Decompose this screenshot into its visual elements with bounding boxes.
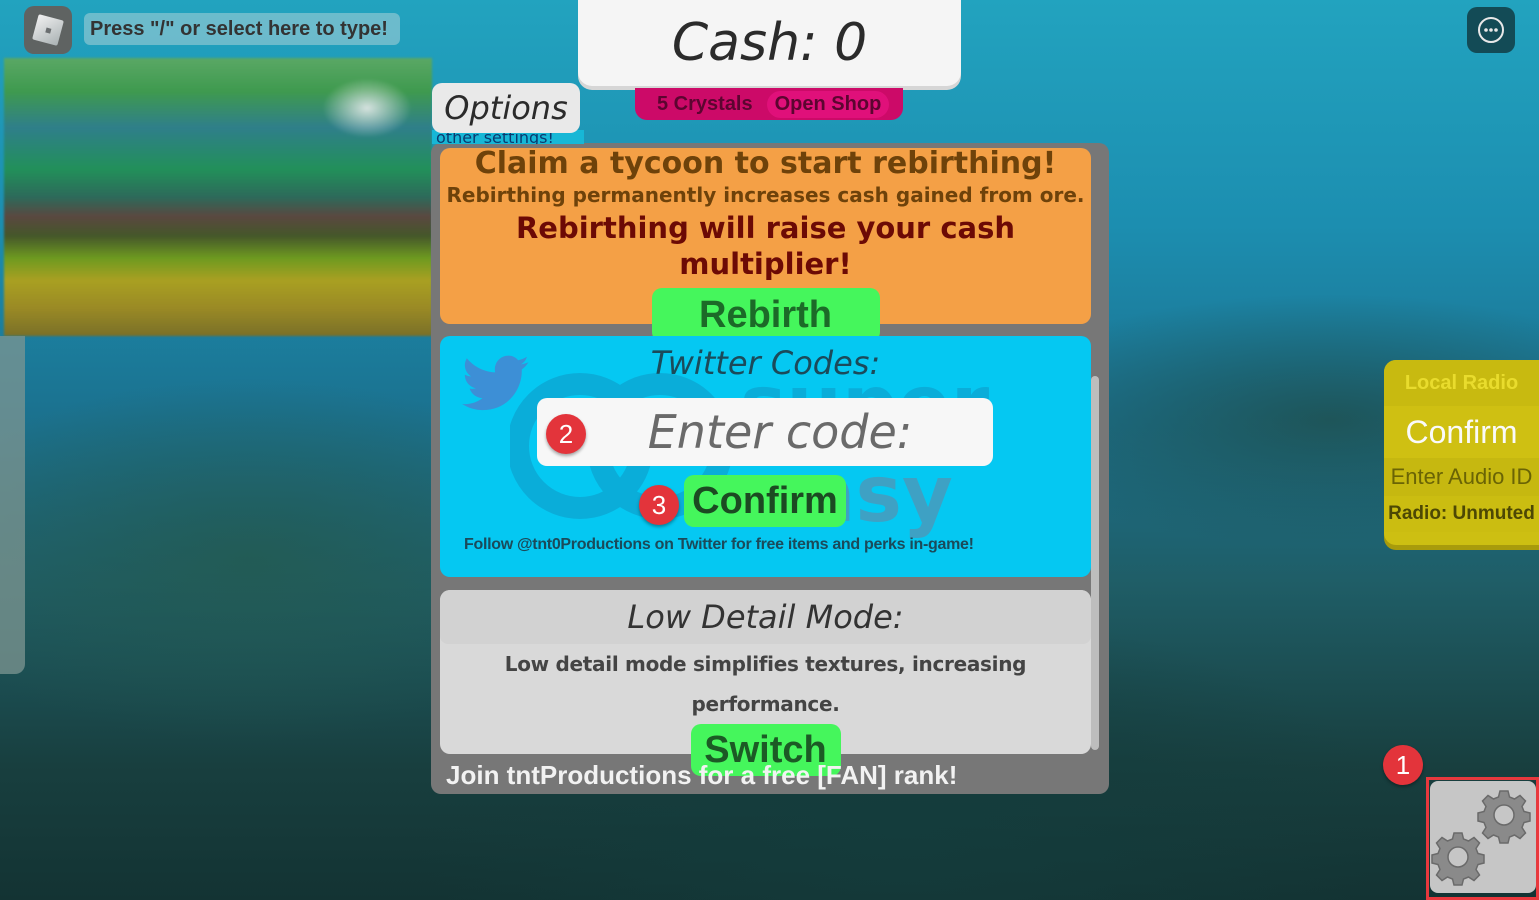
audio-id-input[interactable] bbox=[1384, 458, 1539, 496]
step-badge-2: 2 bbox=[546, 414, 586, 454]
settings-highlight-box bbox=[1426, 777, 1539, 900]
code-input[interactable] bbox=[537, 398, 993, 466]
blurred-region bbox=[4, 58, 432, 336]
twitter-codes-section: super easy Twitter Codes: Confirm Follow… bbox=[440, 336, 1091, 577]
confirm-code-button[interactable]: Confirm bbox=[684, 475, 846, 527]
twitter-codes-title: Twitter Codes: bbox=[650, 344, 881, 382]
crystal-bar: 5 Crystals Open Shop bbox=[635, 88, 903, 120]
low-detail-section: Low Detail Mode: Low detail mode simplif… bbox=[440, 590, 1091, 776]
more-options-icon bbox=[1478, 17, 1504, 43]
options-scrollbar[interactable] bbox=[1091, 376, 1099, 750]
roblox-logo-icon[interactable] bbox=[24, 6, 72, 54]
step-badge-3: 3 bbox=[639, 485, 679, 525]
twitter-follow-text: Follow @tnt0Productions on Twitter for f… bbox=[464, 536, 974, 553]
step-badge-1: 1 bbox=[1383, 745, 1423, 785]
radio-confirm-button[interactable]: Confirm bbox=[1384, 406, 1539, 458]
open-shop-button[interactable]: Open Shop bbox=[766, 90, 890, 118]
cash-display: Cash: 0 bbox=[578, 0, 961, 86]
local-radio-panel: Local Radio Confirm Radio: Unmuted bbox=[1384, 360, 1539, 545]
low-detail-title: Low Detail Mode: bbox=[440, 590, 1091, 644]
options-tab[interactable]: Options bbox=[432, 83, 580, 133]
radio-mute-toggle[interactable]: Radio: Unmuted bbox=[1384, 496, 1539, 532]
rebirth-title: Claim a tycoon to start rebirthing! bbox=[474, 146, 1057, 181]
rebirth-section: Claim a tycoon to start rebirthing! Rebi… bbox=[440, 146, 1091, 342]
rebirth-button[interactable]: Rebirth bbox=[651, 288, 880, 342]
rebirth-subtitle: Rebirthing permanently increases cash ga… bbox=[446, 183, 1085, 207]
radio-title: Local Radio bbox=[1384, 360, 1539, 406]
join-group-text: Join tntProductions for a free [FAN] ran… bbox=[446, 760, 958, 790]
low-detail-description: Low detail mode simplifies textures, inc… bbox=[504, 652, 1027, 716]
menu-button[interactable] bbox=[1467, 7, 1515, 53]
rebirth-warning: Rebirthing will raise your cash multipli… bbox=[515, 211, 1016, 281]
left-side-panel bbox=[0, 336, 25, 674]
chat-input-bar[interactable]: Press "/" or select here to type! bbox=[84, 13, 400, 45]
crystal-count: 5 Crystals bbox=[657, 92, 753, 115]
